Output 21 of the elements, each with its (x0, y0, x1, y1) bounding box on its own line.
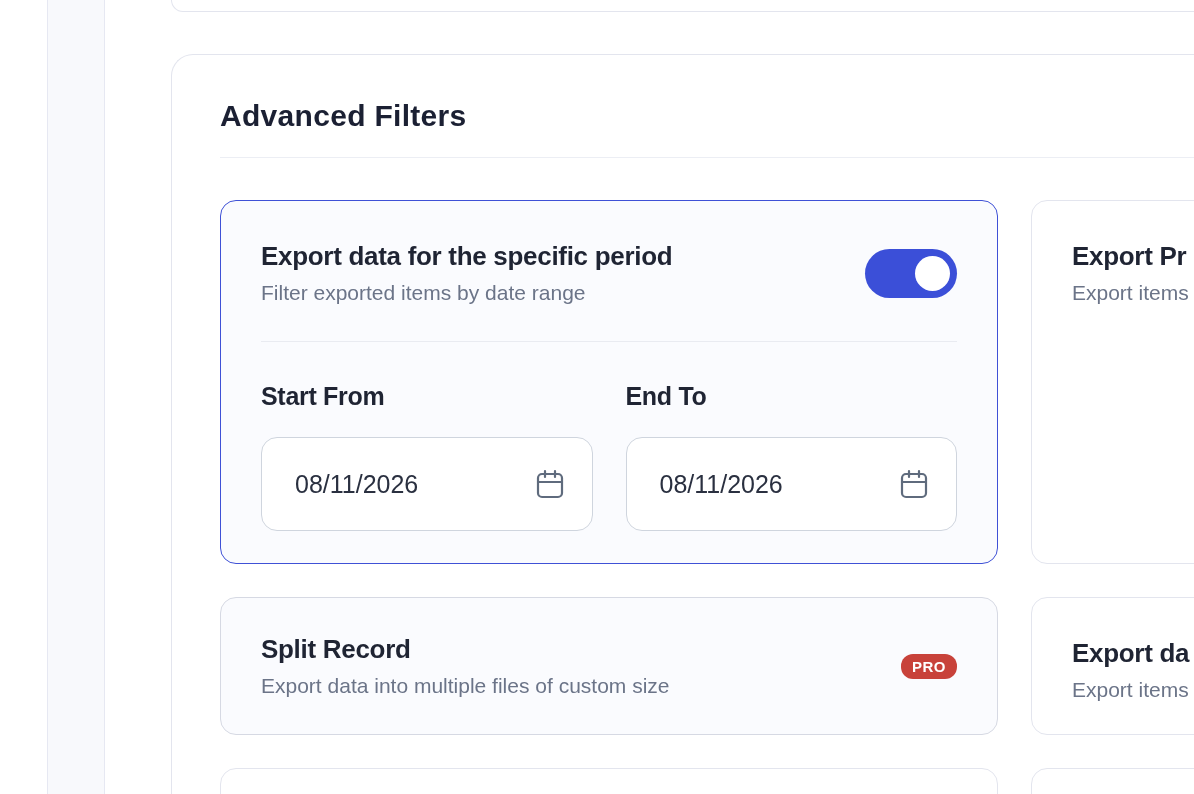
card-background[interactable]: Export da Export items (1031, 597, 1194, 735)
selected-card[interactable]: Export data for the specific period Filter exported items by date range Start From 08/11/2026 End To 08/11/2026 (220, 200, 998, 564)
card-subtitle: Export items (1072, 678, 1190, 702)
calendar-icon[interactable] (900, 469, 928, 499)
card-background[interactable]: Split Record Export data into multiple files of custom size PRO (220, 597, 998, 735)
card-subtitle: Export data into multiple files of custom size (261, 674, 670, 698)
card-background[interactable]: Export Pr Export items (1031, 200, 1194, 564)
toggle-switch[interactable] (865, 248, 957, 298)
field-label: Start From (261, 382, 385, 411)
date-field[interactable]: 08/11/2026 (625, 437, 957, 531)
date-field[interactable]: 08/11/2026 (261, 437, 593, 531)
card-title: Export Pr (1072, 241, 1188, 272)
pro-badge: PRO (901, 653, 957, 679)
field-label: End To (625, 382, 707, 411)
card-title: Export data for the specific period (261, 241, 673, 272)
card-subtitle: Filter exported items by date range (261, 281, 587, 305)
card-title: Split Record (261, 634, 412, 665)
card-subtitle: Export items (1072, 281, 1189, 305)
calendar-icon[interactable] (535, 469, 564, 499)
section-title: Advanced Filters (220, 99, 467, 133)
card-title: Export da (1072, 638, 1190, 669)
